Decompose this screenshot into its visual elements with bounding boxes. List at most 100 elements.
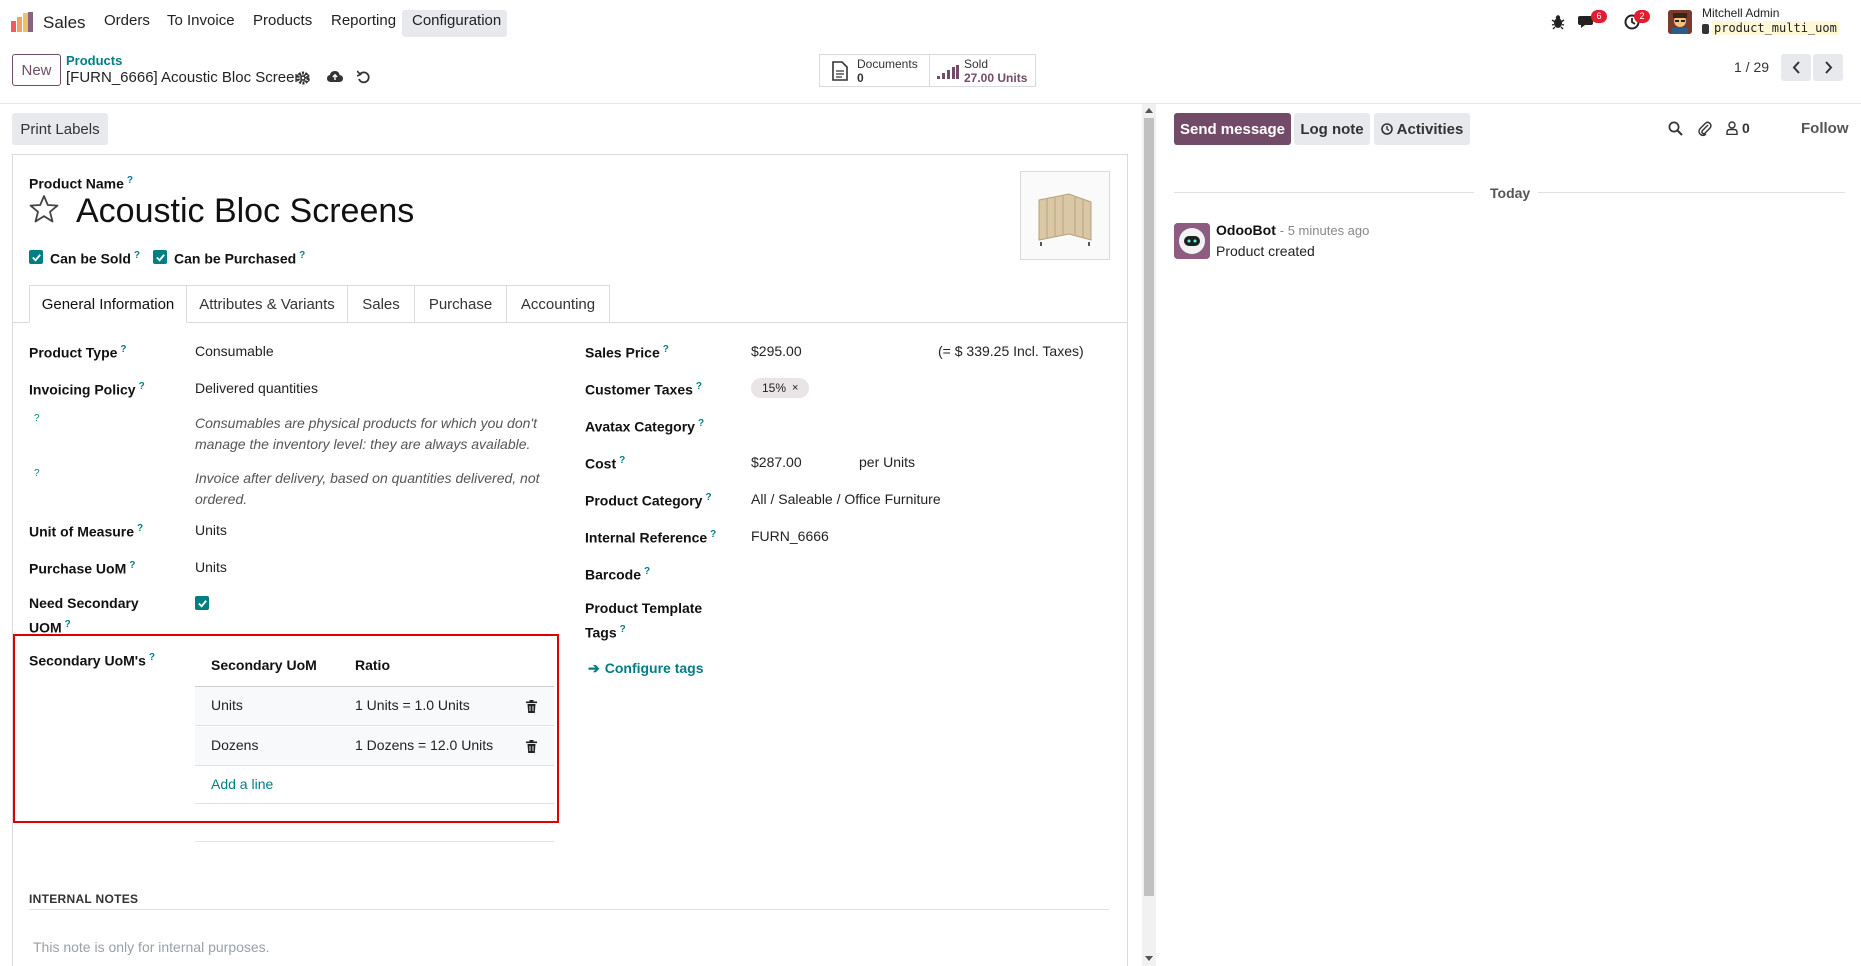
nav-reporting[interactable]: Reporting [331,12,396,29]
send-message-button[interactable]: Send message [1174,113,1291,145]
sold-smart-button[interactable]: Sold 27.00 Units [929,54,1036,87]
breadcrumb-parent[interactable]: Products [66,53,122,68]
message-author[interactable]: OdooBot [1216,222,1276,238]
product-name-input[interactable]: Acoustic Bloc Screens [76,192,414,231]
today-label: Today [1490,185,1531,201]
tab-purchase[interactable]: Purchase [415,285,507,323]
internal-notes-divider [29,909,1109,910]
product-name-label: Product Name? [29,175,134,192]
app-logo-icon[interactable] [11,12,33,32]
nav-products[interactable]: Products [253,12,312,29]
row-ratio[interactable]: 1 Units = 1.0 Units [355,697,470,713]
tab-general-information[interactable]: General Information [29,285,187,323]
followers-icon[interactable] [1726,121,1738,136]
cost-input[interactable]: $287.00 [751,452,802,472]
today-divider-left [1174,192,1474,193]
help-marker: ? [34,413,40,424]
pager-previous-button[interactable] [1781,54,1811,81]
product-image[interactable] [1020,171,1110,260]
can-be-purchased-checkbox[interactable] [153,250,167,264]
document-icon [832,61,848,81]
table-row[interactable]: Units 1 Units = 1.0 Units [195,687,554,726]
need-secondary-uom-checkbox[interactable] [195,596,209,610]
new-button[interactable]: New [12,54,61,86]
pager-next-button[interactable] [1813,54,1843,81]
cost-label: Cost? [585,455,626,472]
row-uom[interactable]: Units [211,697,243,713]
invoicing-policy-label: Invoicing Policy? [29,381,145,398]
table-header-uom[interactable]: Secondary UoM [211,657,317,673]
form-sheet [12,154,1128,966]
paperclip-icon[interactable] [1698,120,1712,137]
odoobot-avatar[interactable] [1174,223,1210,259]
product-type-help: Consumables are physical products for wh… [195,415,537,452]
invoicing-policy-select[interactable]: Delivered quantities [195,378,318,398]
log-note-button[interactable]: Log note [1294,113,1370,145]
tab-attributes-variants[interactable]: Attributes & Variants [187,285,348,323]
database-name: product_multi_uom [1712,21,1839,35]
avatax-category-label: Avatax Category? [585,418,705,435]
scroll-down-arrow[interactable] [1145,956,1153,961]
follow-button[interactable]: Follow [1801,120,1849,137]
product-category-label: Product Category? [585,492,712,509]
tab-accounting[interactable]: Accounting [507,285,610,323]
activities-button[interactable]: Activities [1374,113,1470,145]
configure-tags-link[interactable]: ➔ Configure tags [588,660,704,677]
uom-field[interactable]: Units [195,520,227,540]
internal-notes-input[interactable]: This note is only for internal purposes. [33,939,270,955]
purchase-uom-field[interactable]: Units [195,557,227,577]
scrollbar-thumb[interactable] [1144,118,1154,896]
trash-icon[interactable] [526,740,537,753]
app-name[interactable]: Sales [43,13,86,33]
user-name[interactable]: Mitchell Admin [1702,6,1779,20]
cost-unit: per Units [859,454,916,470]
discard-icon[interactable] [356,70,370,84]
customer-taxes-label: Customer Taxes? [585,381,703,398]
uom-label: Unit of Measure? [29,523,144,540]
followers-count[interactable]: 0 [1742,120,1750,136]
chevron-right-icon [1824,61,1832,74]
signal-chart-icon [937,65,959,79]
user-avatar[interactable] [1668,10,1692,34]
product-category-field[interactable]: All / Saleable / Office Furniture [751,489,941,509]
secondary-uoms-label: Secondary UoM's? [29,652,156,669]
tab-sales[interactable]: Sales [348,285,415,323]
can-be-sold-checkbox[interactable] [29,250,43,264]
nav-to-invoice[interactable]: To Invoice [167,12,235,29]
message-header: OdooBot - 5 minutes ago [1216,222,1369,238]
pager-value[interactable]: 1 / 29 [1734,59,1769,75]
documents-smart-button[interactable]: Documents 0 [819,54,930,87]
message-body: Product created [1216,243,1315,259]
product-type-select[interactable]: Consumable [195,341,274,361]
row-uom[interactable]: Dozens [211,737,258,753]
sales-price-label: Sales Price? [585,344,669,361]
database-icon [1702,24,1709,34]
internal-notes-heading: INTERNAL NOTES [29,892,139,906]
today-divider-right [1538,192,1845,193]
internal-reference-input[interactable]: FURN_6666 [751,526,829,546]
cloud-save-icon[interactable] [327,70,343,83]
sales-price-input[interactable]: $295.00 [751,341,802,361]
barcode-label: Barcode? [585,566,651,583]
nav-configuration-label: Configuration [412,12,502,29]
favorite-star-icon[interactable] [29,194,59,224]
trash-icon[interactable] [526,700,537,713]
can-be-purchased-label: Can be Purchased? [174,250,306,267]
close-icon[interactable]: × [792,382,798,394]
add-line-link[interactable]: Add a line [211,776,273,792]
nav-orders[interactable]: Orders [104,12,150,29]
form-scrollbar[interactable] [1142,104,1156,966]
print-labels-button[interactable]: Print Labels [12,113,108,145]
scroll-up-arrow[interactable] [1145,108,1153,113]
tax-tag[interactable]: 15% × [751,378,809,398]
documents-label: Documents [857,57,918,71]
table-footer-divider [195,803,554,804]
bug-icon[interactable] [1551,14,1565,30]
search-icon[interactable] [1668,121,1683,136]
row-ratio[interactable]: 1 Dozens = 12.0 Units [355,737,493,753]
tax-tag-label: 15% [762,381,787,395]
incl-taxes-value: (= $ 339.25 Incl. Taxes) [938,343,1084,359]
gear-icon[interactable] [296,71,310,85]
table-row[interactable]: Dozens 1 Dozens = 12.0 Units [195,727,554,766]
table-header-ratio[interactable]: Ratio [355,657,390,673]
